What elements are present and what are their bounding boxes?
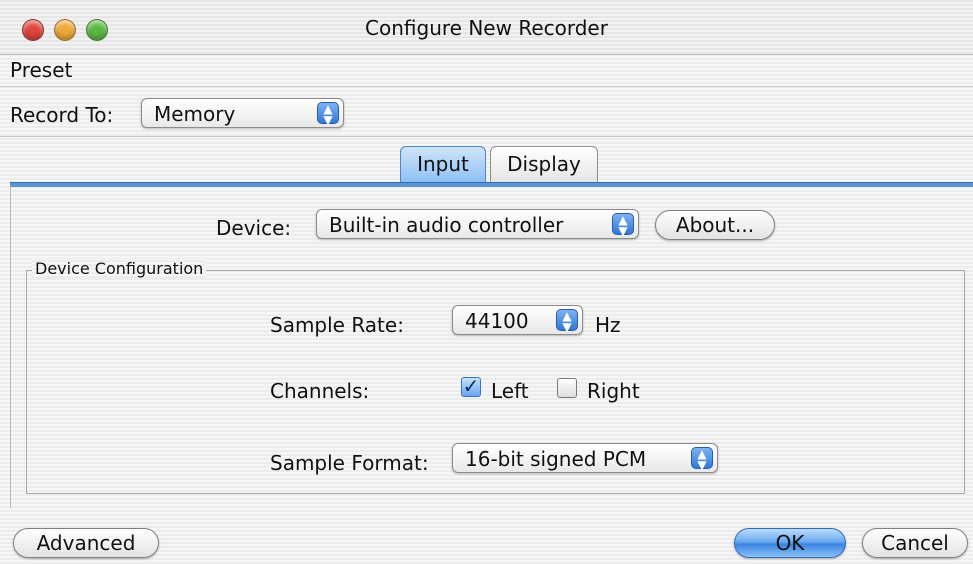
sample-format-value: 16-bit signed PCM [465, 447, 647, 471]
divider [0, 136, 973, 137]
title-bar: Configure New Recorder [0, 0, 973, 55]
right-channel-checkbox[interactable] [557, 378, 577, 398]
record-to-popup[interactable]: Memory ▲ ▼ [141, 98, 344, 128]
device-configuration-title: Device Configuration [32, 259, 207, 278]
cancel-button[interactable]: Cancel [862, 528, 968, 558]
record-to-value: Memory [154, 102, 236, 126]
ok-button[interactable]: OK [734, 528, 846, 558]
left-channel-label: Left [491, 379, 529, 403]
popup-arrows-icon: ▲ ▼ [556, 309, 578, 333]
popup-arrows-icon: ▲ ▼ [612, 213, 634, 237]
about-button[interactable]: About... [655, 210, 775, 240]
popup-arrows-icon: ▲ ▼ [317, 102, 339, 126]
sample-rate-label: Sample Rate: [270, 313, 404, 337]
device-value: Built-in audio controller [329, 213, 564, 237]
record-to-label: Record To: [10, 103, 114, 127]
tab-input[interactable]: Input [400, 146, 486, 182]
sample-format-popup[interactable]: 16-bit signed PCM ▲ ▼ [452, 443, 718, 473]
device-label: Device: [216, 216, 292, 240]
right-channel-label: Right [587, 379, 640, 403]
preset-menu[interactable]: Preset [10, 58, 72, 82]
divider [0, 86, 973, 87]
sample-rate-popup[interactable]: 44100 ▲ ▼ [452, 305, 583, 335]
sample-format-label: Sample Format: [270, 451, 429, 475]
sample-rate-value: 44100 [465, 309, 529, 333]
popup-arrows-icon: ▲ ▼ [691, 447, 713, 471]
window-title: Configure New Recorder [365, 16, 608, 40]
device-popup[interactable]: Built-in audio controller ▲ ▼ [316, 209, 639, 239]
channels-label: Channels: [270, 379, 370, 403]
sample-rate-unit: Hz [595, 313, 621, 337]
advanced-button[interactable]: Advanced [13, 528, 159, 558]
left-channel-checkbox[interactable]: ✓ [461, 376, 481, 397]
tab-display[interactable]: Display [490, 146, 598, 182]
